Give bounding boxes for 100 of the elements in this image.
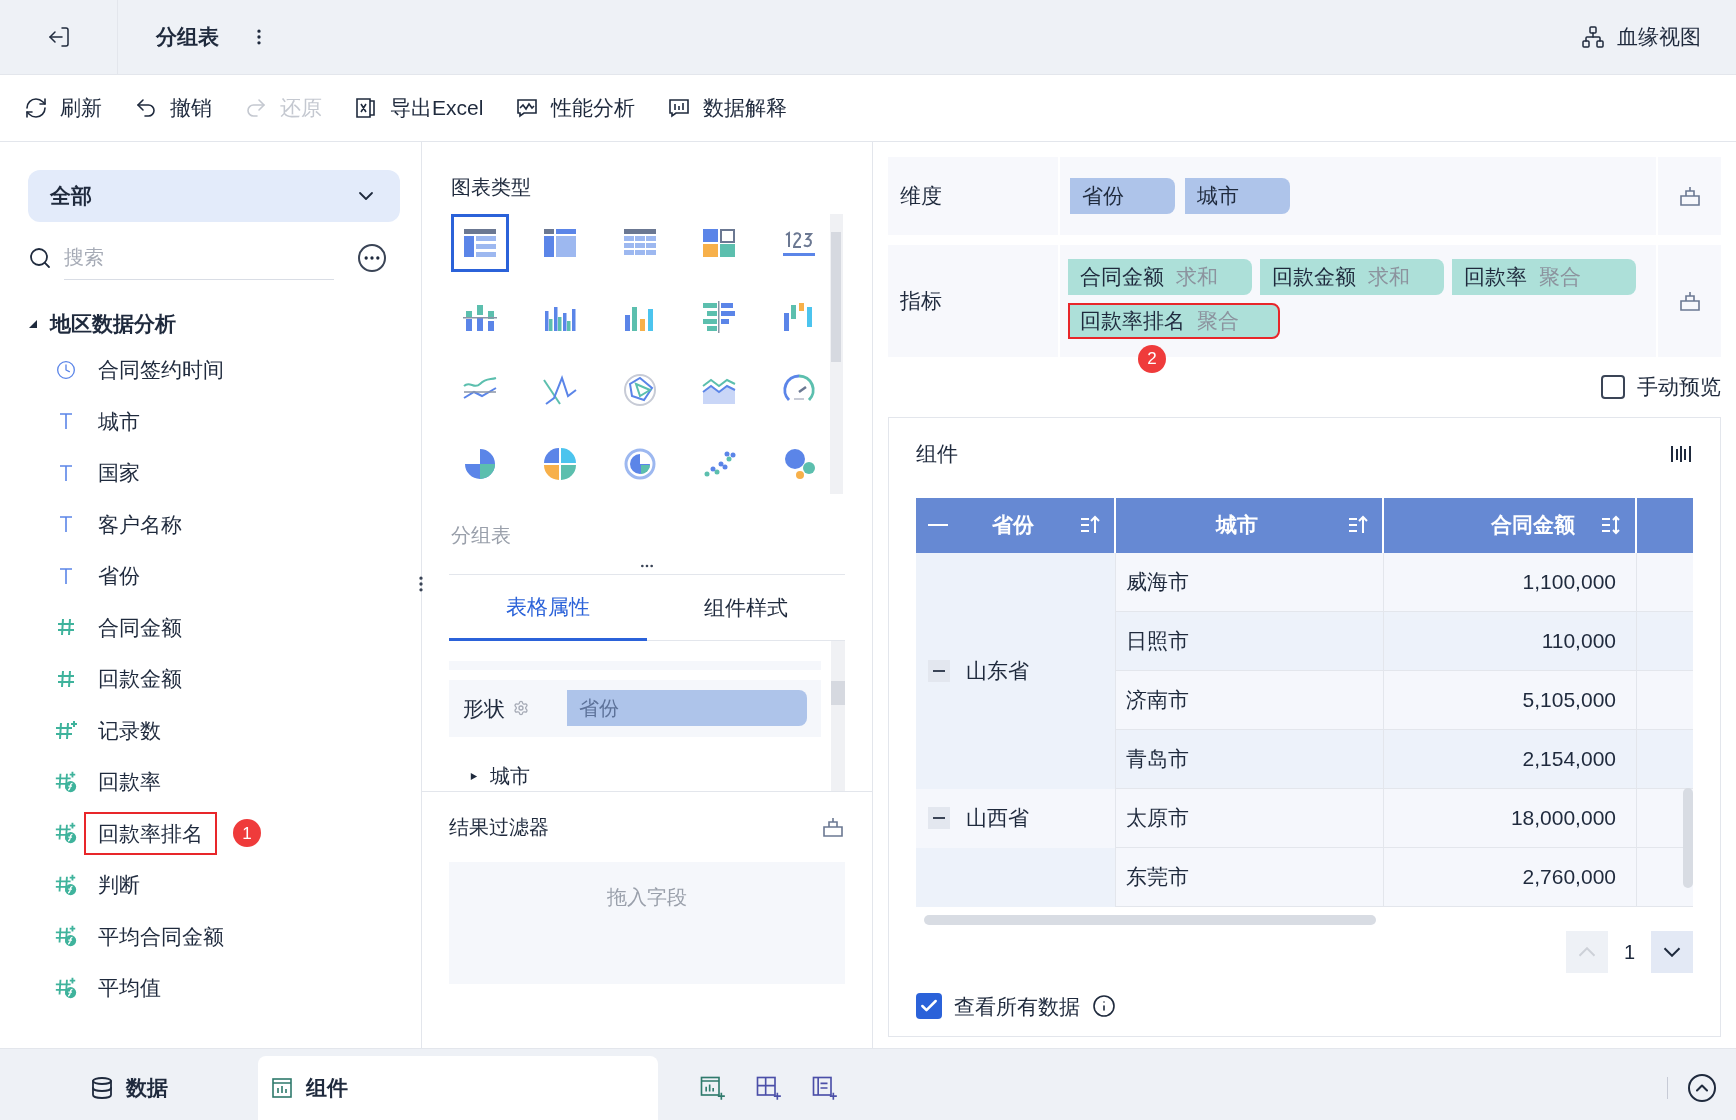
table-cell: 青岛市 — [1116, 729, 1384, 788]
field-item[interactable]: 国家 — [84, 451, 154, 495]
search-icon — [28, 246, 52, 270]
hash-icon — [56, 668, 76, 689]
collapse-button[interactable] — [928, 659, 950, 682]
field-item[interactable]: 回款率排名 — [84, 811, 217, 855]
undo-icon — [134, 96, 158, 120]
field-item[interactable]: 判断 — [84, 863, 154, 907]
table-cell: 东莞市 — [1116, 847, 1384, 906]
scrollbar[interactable] — [829, 214, 843, 494]
shape-label: 形状 — [463, 695, 505, 722]
property-tab[interactable]: 组件样式 — [647, 575, 845, 641]
field-item[interactable]: 平均合同金额 — [84, 914, 238, 958]
scope-dropdown[interactable]: 全部 — [28, 170, 400, 222]
table-cell-text: 山东省 — [966, 657, 1029, 684]
field-item[interactable]: 合同金额 — [84, 605, 196, 649]
lineage-icon — [1581, 25, 1605, 49]
field-item[interactable]: 记录数 — [84, 708, 175, 752]
dimension-tag[interactable]: 省份 — [1070, 178, 1175, 214]
table-cell-text: 山西省 — [966, 805, 1029, 832]
scrollbar[interactable] — [831, 641, 845, 791]
expanded-triangle-icon[interactable] — [28, 319, 38, 329]
collapsed-triangle-icon[interactable] — [469, 771, 478, 781]
field-item[interactable]: 省份 — [84, 554, 154, 598]
hash-icon — [56, 617, 76, 638]
measure-label: 指标 — [888, 245, 1060, 357]
lineage-view-button[interactable]: 血缘视图 — [1581, 21, 1701, 53]
field-item[interactable]: 合同签约时间 — [84, 348, 238, 392]
aggregation-label: 求和 — [1176, 264, 1218, 291]
chart-window-icon — [270, 1076, 294, 1100]
add-list-icon[interactable] — [810, 1074, 838, 1102]
sort-icon[interactable] — [1599, 513, 1623, 537]
redo-icon — [244, 96, 268, 120]
bottom-tab[interactable]: 数据 — [0, 1056, 258, 1120]
measure-tag[interactable]: 回款率排名 聚合 — [1068, 303, 1280, 339]
page-title: 分组表 — [156, 24, 219, 51]
toolbar-button[interactable]: 性能分析 — [515, 92, 636, 124]
toolbar-button[interactable]: 刷新 — [24, 92, 102, 124]
refresh-icon — [24, 96, 48, 120]
database-icon — [90, 1076, 114, 1100]
add-grid-icon[interactable] — [754, 1074, 782, 1102]
table-cell: 18,000,000 — [1384, 788, 1637, 847]
aggregation-label: 聚合 — [1197, 308, 1239, 335]
field-item[interactable]: 城市 — [84, 399, 154, 443]
header-label: 合同金额 — [1491, 512, 1575, 539]
toolbar-button[interactable]: 导出Excel — [354, 92, 484, 124]
measure-tag[interactable]: 回款金额 求和 — [1260, 259, 1444, 295]
toolbar-button[interactable]: 撤销 — [134, 92, 212, 124]
step-number-badge: 2 — [1138, 345, 1166, 373]
info-icon[interactable] — [1092, 994, 1116, 1019]
table-cell: 2,154,000 — [1384, 729, 1637, 788]
field-item[interactable]: 客户名称 — [84, 502, 196, 546]
field-item[interactable]: 平均值 — [84, 966, 175, 1010]
checkbox-label: 查看所有数据 — [954, 993, 1080, 1020]
property-tab[interactable]: 表格属性 — [449, 575, 647, 641]
calculated-field-icon — [54, 924, 78, 949]
folder-label[interactable]: 地区数据分析 — [50, 308, 176, 340]
calculated-field-icon — [54, 769, 78, 794]
next-page-button[interactable] — [1651, 930, 1693, 973]
add-chart-icon[interactable] — [698, 1074, 726, 1102]
collapse-button[interactable] — [928, 807, 950, 829]
calculated-field-icon — [54, 975, 78, 1000]
table-cell: 日照市 — [1116, 611, 1384, 670]
vertical-scrollbar[interactable] — [1683, 787, 1693, 888]
checkbox-label: 手动预览 — [1637, 374, 1721, 401]
calculated-field-icon — [54, 872, 78, 897]
aggregation-label: 求和 — [1368, 264, 1410, 291]
checkbox[interactable] — [916, 993, 942, 1020]
chevron-down-icon — [1663, 946, 1681, 957]
table-cell: 110,000 — [1384, 611, 1637, 670]
header-label: 省份 — [992, 512, 1034, 539]
aggregation-label: 聚合 — [1539, 264, 1581, 291]
step-number-badge: 1 — [233, 819, 261, 848]
sub-field-label: 城市 — [490, 764, 530, 789]
table-cell: 2,760,000 — [1384, 847, 1637, 906]
measure-tag[interactable]: 合同金额 求和 — [1068, 259, 1252, 295]
bottom-tab[interactable]: 组件 — [258, 1056, 658, 1120]
chart-type-button[interactable] — [451, 214, 509, 272]
spreadsheet-x-icon — [354, 96, 378, 120]
settings-icon[interactable] — [513, 700, 529, 717]
search-field[interactable]: 搜索 — [64, 236, 334, 280]
header-label: 城市 — [1216, 512, 1258, 539]
collapse-up-icon[interactable] — [1688, 1074, 1716, 1102]
horizontal-scrollbar[interactable] — [924, 914, 1376, 925]
exit-icon[interactable] — [46, 25, 71, 49]
toolbar-button[interactable]: 数据解释 — [667, 92, 788, 124]
dimension-tag[interactable]: 城市 — [1185, 178, 1290, 214]
more-options-icon[interactable] — [358, 244, 386, 272]
section-title: 结果过滤器 — [449, 815, 549, 840]
clock-icon — [56, 359, 76, 380]
bar-chart-icon — [667, 96, 692, 120]
line-chart-icon — [515, 96, 540, 120]
field-item[interactable]: 回款率 — [84, 760, 175, 804]
measure-tag[interactable]: 回款率 聚合 — [1452, 259, 1636, 295]
card-title: 组件 — [916, 441, 958, 467]
field-item[interactable]: 回款金额 — [84, 657, 196, 701]
section-title: 图表类型 — [451, 176, 531, 198]
table-cell: 1,100,000 — [1384, 552, 1637, 611]
table-cell: 威海市 — [1116, 552, 1384, 611]
checkbox[interactable] — [1601, 375, 1625, 399]
